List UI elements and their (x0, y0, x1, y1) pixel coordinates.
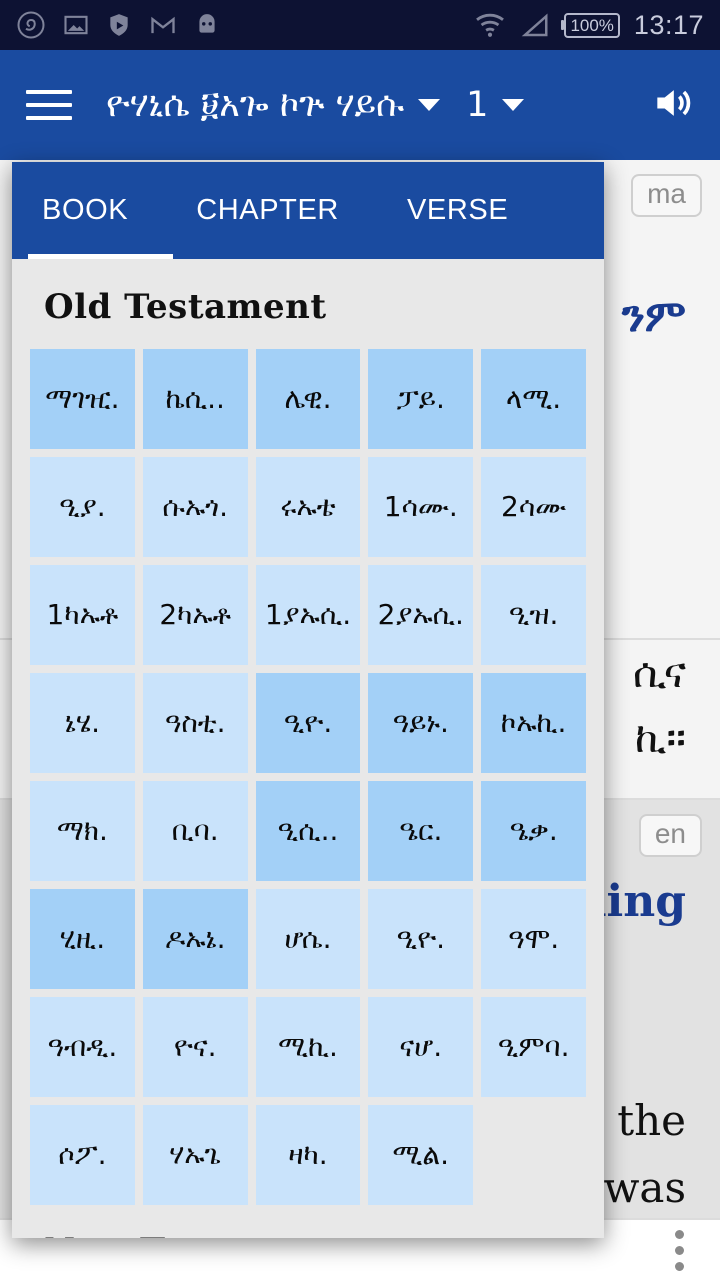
gmail-icon (151, 16, 175, 34)
book-tile[interactable]: ሃኡጌ (142, 1105, 248, 1205)
book-tile[interactable]: ዒዮ. (368, 889, 474, 989)
book-tile[interactable]: ኬሲ.. (142, 349, 248, 449)
section-title-new-testament: New Testament (30, 1205, 586, 1238)
chapter-number-label[interactable]: 1 (466, 85, 488, 125)
book-tile[interactable]: ዮና. (142, 997, 248, 1097)
book-tile[interactable]: 1ሳሙ. (368, 457, 474, 557)
book-tile[interactable]: ሂዚ. (30, 889, 135, 989)
book-tile[interactable]: ኮኡኪ. (481, 673, 586, 773)
book-tile[interactable]: 1ካኡቶ (30, 565, 135, 665)
tab-book[interactable]: BOOK (42, 194, 156, 227)
tab-chapter[interactable]: CHAPTER (196, 194, 367, 227)
old-testament-book-grid: ማገዢ. ኬሲ.. ሌዊ. ፓይ. ላሚ. ዒያ. ሱኡጎ. ሩኡቴ 1ሳሙ. 2ሳሙ 1ካኡቶ 2ካ… (30, 349, 586, 1205)
book-title-label[interactable]: ዮሃኒሴ ፱አጐ ኮጕ ሃይሱ (106, 85, 404, 125)
volume-speaker-icon[interactable] (650, 81, 694, 130)
book-tile[interactable]: ዒዝ. (481, 565, 586, 665)
book-tile[interactable]: ማክ. (30, 781, 135, 881)
android-status-bar: 100% 13:17 (0, 0, 720, 50)
book-tile[interactable]: ዔር. (368, 781, 474, 881)
book-tile[interactable]: ዛካ. (255, 1105, 361, 1205)
app-root: 100% 13:17 ዮሃኒሴ ፱አጐ ኮጕ ሃይሱ 1 ma ንም ሲና ኪ። (0, 0, 720, 1280)
book-tile[interactable]: ሆሴ. (255, 889, 361, 989)
book-tile[interactable]: 2ካኡቶ (142, 565, 248, 665)
status-bar-system-icons: 100% 13:17 (474, 10, 704, 41)
book-tile[interactable]: ኔሄ. (30, 673, 135, 773)
book-tile[interactable]: ዓይኑ. (368, 673, 474, 773)
book-picker-dialog[interactable]: BOOK CHAPTER VERSE Old Testament ማገዢ. ኬሲ.… (12, 162, 604, 1238)
book-tile[interactable]: 2ሳሙ (481, 457, 586, 557)
book-tile[interactable]: ዶኡኔ. (142, 889, 248, 989)
language-badge-ma[interactable]: ma (631, 174, 702, 217)
book-tile[interactable]: ዒያ. (30, 457, 135, 557)
tab-verse[interactable]: VERSE (407, 194, 536, 227)
book-tile[interactable]: ዓብዲ. (30, 997, 135, 1097)
book-tile[interactable]: ዓሞ. (481, 889, 586, 989)
clock-label: 13:17 (633, 9, 704, 40)
book-tile[interactable]: ላሚ. (481, 349, 586, 449)
app-toolbar: ዮሃኒሴ ፱አጐ ኮጕ ሃይሱ 1 (0, 50, 720, 160)
book-tile[interactable]: ዔቃ. (481, 781, 586, 881)
shield-play-icon (110, 14, 128, 36)
section-title-old-testament: Old Testament (44, 287, 327, 327)
picker-scroll-area[interactable]: Old Testament ማገዢ. ኬሲ.. ሌዊ. ፓይ. ላሚ. ዒያ. ሱኡጎ. ሩኡ… (12, 259, 604, 1238)
android-robot-icon (199, 14, 215, 33)
book-tile[interactable]: ፓይ. (368, 349, 474, 449)
book-tile[interactable]: ሚል. (368, 1105, 474, 1205)
active-tab-indicator (28, 254, 173, 259)
kebab-menu-icon[interactable] (675, 1229, 684, 1271)
status-bar-notification-icons (16, 10, 220, 40)
cell-signal-icon (522, 13, 548, 37)
book-tile[interactable]: 2ያኡሲ. (368, 565, 474, 665)
chevron-down-icon[interactable] (502, 99, 525, 111)
app-logo-icon (17, 11, 45, 39)
battery-percent-label: 100% (564, 12, 620, 38)
book-tile[interactable]: ዓስቲ. (142, 673, 248, 773)
book-tile[interactable]: ማገዢ. (30, 349, 135, 449)
book-tile[interactable]: ሱኡጎ. (142, 457, 248, 557)
book-tile[interactable]: 1ያኡሲ. (255, 565, 361, 665)
chevron-down-icon[interactable] (418, 99, 441, 111)
book-tile[interactable]: ዒዮ. (255, 673, 361, 773)
book-tile-placeholder (481, 1105, 586, 1205)
language-badge-en[interactable]: en (638, 814, 702, 857)
picker-tab-bar: BOOK CHAPTER VERSE (12, 162, 604, 259)
book-tile[interactable]: ቢባ. (142, 781, 248, 881)
book-tile[interactable]: ዒሲ.. (255, 781, 361, 881)
book-tile[interactable]: ሚኪ. (255, 997, 361, 1097)
book-tile[interactable]: ሌዊ. (255, 349, 361, 449)
book-tile[interactable]: ሩኡቴ (255, 457, 361, 557)
gallery-icon (64, 15, 88, 35)
book-tile[interactable]: ዒምባ. (481, 997, 586, 1097)
hamburger-menu-icon[interactable] (26, 81, 72, 129)
book-tile[interactable]: ናሆ. (368, 997, 474, 1097)
wifi-icon (476, 13, 505, 37)
book-tile[interactable]: ሶፖ. (30, 1105, 135, 1205)
